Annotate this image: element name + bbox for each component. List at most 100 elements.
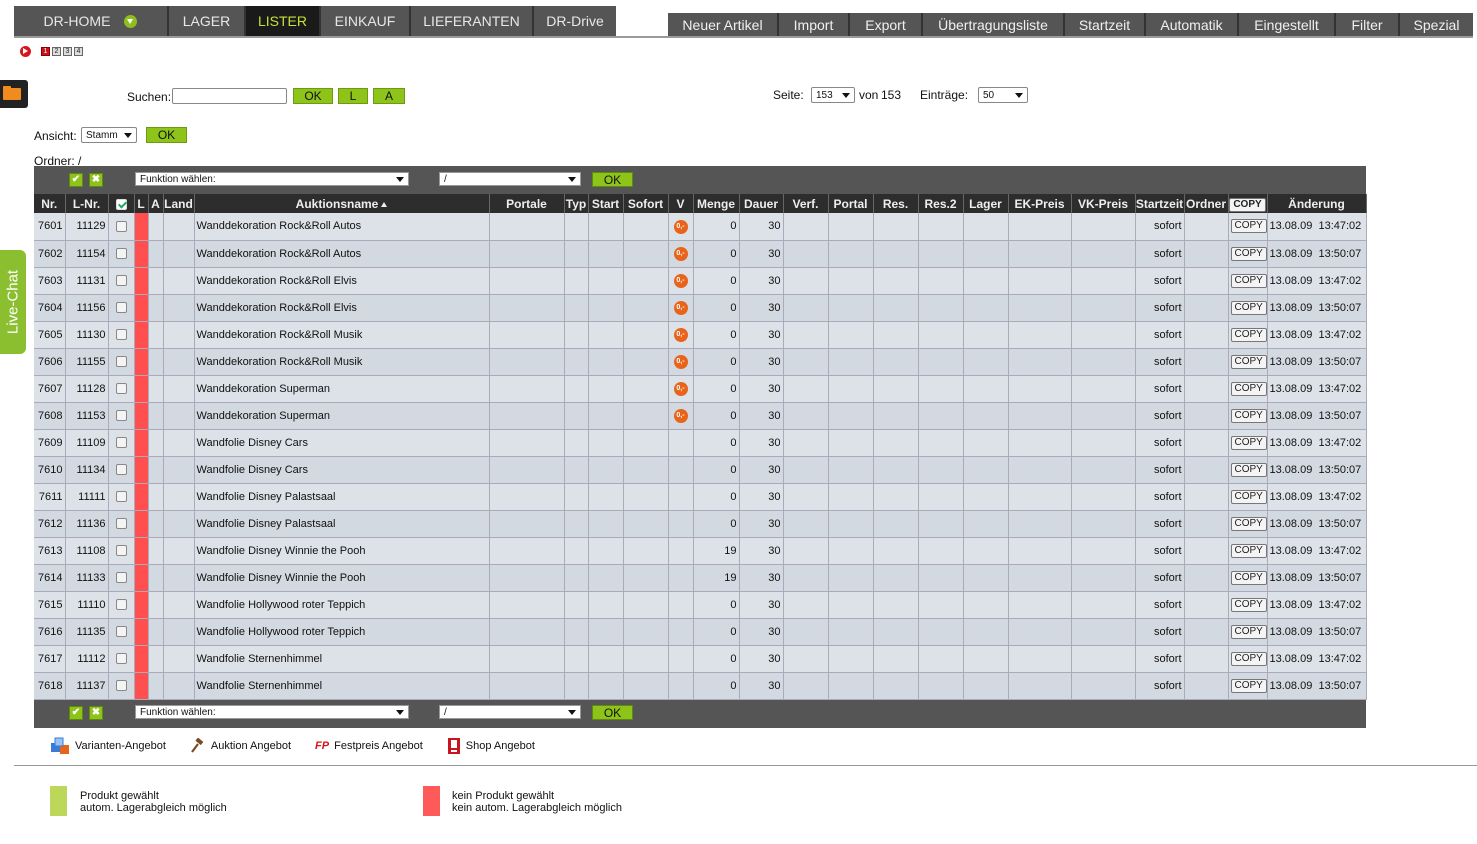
col-a[interactable]: A [148,194,164,213]
copy-button[interactable]: COPY [1230,300,1266,315]
nav-tab-dr-home[interactable]: DR-HOME [14,6,169,36]
row-checkbox[interactable] [115,275,127,287]
price-badge-icon[interactable]: 0,- [673,382,688,396]
nav-tab-lister[interactable]: LISTER [246,6,321,36]
view-page-4[interactable]: 4 [74,47,83,56]
row-checkbox[interactable] [115,356,127,368]
row-checkbox[interactable] [115,680,127,692]
price-badge-icon[interactable]: 0,- [673,274,688,288]
col-aenderung[interactable]: Änderung [1267,194,1367,213]
function-ok-button[interactable]: OK [592,172,633,187]
price-badge-icon[interactable]: 0,- [673,219,688,234]
import-button[interactable]: Import [779,13,850,37]
copy-button[interactable]: COPY [1230,516,1266,531]
col-land[interactable]: Land [163,194,195,213]
copy-button[interactable]: COPY [1230,462,1266,477]
table-row[interactable]: 7609 11109 Wandfolie Disney Cars 0 30 sofort C… [34,429,1367,457]
function-ok-button-bottom[interactable]: OK [592,705,633,720]
row-checkbox[interactable] [115,518,127,530]
col-dauer[interactable]: Dauer [739,194,784,213]
start-time-button[interactable]: Startzeit [1065,13,1146,37]
copy-button[interactable]: COPY [1230,273,1266,288]
search-input[interactable] [172,88,287,104]
table-row[interactable]: 7604 11156 Wanddekoration Rock&Roll Elvis 0… [34,294,1367,322]
table-row[interactable]: 7603 11131 Wanddekoration Rock&Roll Elvis 0… [34,267,1367,295]
row-checkbox[interactable] [115,599,127,611]
function-select-bottom[interactable]: Funktion wählen: [135,705,409,719]
col-copy[interactable]: COPY [1228,194,1268,213]
function-select[interactable]: Funktion wählen: [135,172,409,186]
arrow-right-icon[interactable] [20,46,31,57]
col-nr[interactable]: Nr. [34,194,66,213]
col-select[interactable] [108,194,135,213]
copy-button[interactable]: COPY [1230,624,1266,639]
row-checkbox[interactable] [115,248,127,260]
price-badge-icon[interactable]: 0,- [673,247,688,261]
row-checkbox[interactable] [115,220,127,232]
table-row[interactable]: 7610 11134 Wandfolie Disney Cars 0 30 sofort C… [34,456,1367,484]
col-lager[interactable]: Lager [963,194,1009,213]
view-page-1[interactable]: 1 [41,47,50,56]
col-startzeit[interactable]: Startzeit [1135,194,1185,213]
search-ok-button[interactable]: OK [293,88,333,104]
table-row[interactable]: 7611 11111 Wandfolie Disney Palastsaal 0 30 s… [34,483,1367,511]
row-checkbox[interactable] [115,491,127,503]
row-checkbox[interactable] [115,302,127,314]
copy-button[interactable]: COPY [1230,219,1266,234]
col-portal[interactable]: Portal [828,194,874,213]
copy-button[interactable]: COPY [1230,246,1266,261]
nav-tab-lieferanten[interactable]: LIEFERANTEN [411,6,534,36]
search-l-button[interactable]: L [338,88,368,104]
folder-tab[interactable] [0,80,28,108]
table-row[interactable]: 7614 11133 Wandfolie Disney Winnie the Poo… [34,564,1367,592]
row-checkbox[interactable] [115,653,127,665]
folder-select-bottom[interactable]: / [439,705,581,719]
row-checkbox[interactable] [115,545,127,557]
copy-button[interactable]: COPY [1230,543,1266,558]
table-row[interactable]: 7605 11130 Wanddekoration Rock&Roll Musik 0… [34,321,1367,349]
col-portale[interactable]: Portale [489,194,565,213]
col-l[interactable]: L [134,194,149,213]
table-row[interactable]: 7606 11155 Wanddekoration Rock&Roll Musik 0… [34,348,1367,376]
uncheck-all-icon[interactable]: ✖ [89,706,103,720]
transfer-list-button[interactable]: Übertragungsliste [923,13,1065,37]
check-all-icon[interactable]: ✔ [69,706,83,720]
new-article-button[interactable]: Neuer Artikel [668,13,779,37]
col-vk-preis[interactable]: VK-Preis [1071,194,1136,213]
export-button[interactable]: Export [850,13,923,37]
col-ordner[interactable]: Ordner [1184,194,1229,213]
col-v[interactable]: V [668,194,694,213]
special-button[interactable]: Spezial [1400,13,1473,37]
copy-button[interactable]: COPY [1230,381,1266,396]
price-badge-icon[interactable]: 0,- [673,301,688,315]
col-sofort[interactable]: Sofort [623,194,669,213]
table-row[interactable]: 7607 11128 Wanddekoration Superman 0,- 0 30 so… [34,375,1367,403]
price-badge-icon[interactable]: 0,- [673,328,688,342]
nav-tab-einkauf[interactable]: EINKAUF [321,6,411,36]
filter-button[interactable]: Filter [1336,13,1400,37]
check-all-icon[interactable]: ✔ [69,173,83,187]
table-row[interactable]: 7608 11153 Wanddekoration Superman 0,- 0 30 so… [34,402,1367,430]
view-ok-button[interactable]: OK [146,127,187,143]
automatic-button[interactable]: Automatik [1146,13,1239,37]
row-checkbox[interactable] [115,437,127,449]
copy-button[interactable]: COPY [1230,354,1266,369]
col-menge[interactable]: Menge [693,194,740,213]
listed-button[interactable]: Eingestellt [1239,13,1336,37]
row-checkbox[interactable] [115,626,127,638]
col-res2[interactable]: Res.2 [918,194,964,213]
col-verf[interactable]: Verf. [783,194,829,213]
header-checkbox[interactable] [115,198,127,210]
chevron-down-icon[interactable] [124,14,138,28]
table-row[interactable]: 7616 11135 Wandfolie Hollywood roter Teppi… [34,618,1367,646]
folder-select[interactable]: / [439,172,581,186]
price-badge-icon[interactable]: 0,- [673,355,688,369]
search-a-button[interactable]: A [373,88,405,104]
entries-select[interactable]: 50 [978,87,1028,103]
price-badge-icon[interactable]: 0,- [673,409,688,423]
nav-tab-lager[interactable]: LAGER [169,6,246,36]
view-page-2[interactable]: 2 [52,47,61,56]
view-select[interactable]: Stamm [81,127,137,143]
copy-all-button[interactable]: COPY [1229,197,1266,212]
table-row[interactable]: 7615 11110 Wandfolie Hollywood roter Teppi… [34,591,1367,619]
